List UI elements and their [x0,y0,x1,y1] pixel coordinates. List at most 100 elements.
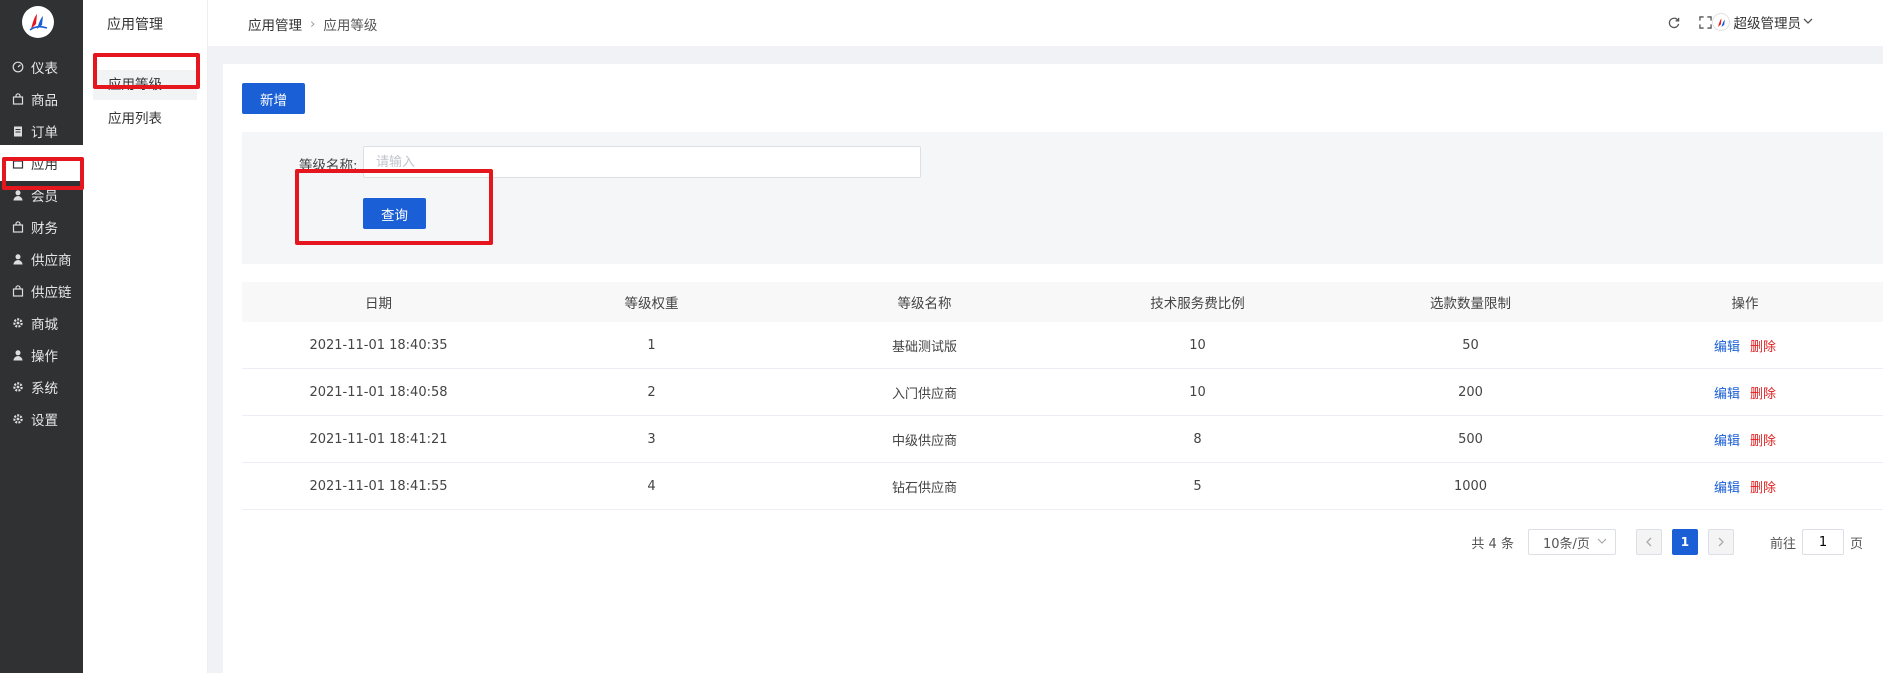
sidebar-item-label: 商城 [31,317,58,333]
cell-date: 2021-11-01 18:40:35 [309,337,448,353]
clipboard-icon [11,124,25,138]
goto-page-input[interactable] [1801,529,1844,555]
cell-actions: 编辑 删除 [1607,383,1883,402]
delete-link[interactable]: 删除 [1750,434,1776,449]
sidebar-item-label: 财务 [31,221,58,237]
edit-link[interactable]: 编辑 [1714,387,1740,402]
delete-link[interactable]: 删除 [1750,481,1776,496]
goto-prefix: 前往 [1769,536,1796,552]
gear-icon [11,412,25,426]
user-menu[interactable]: 超级管理员 [1711,12,1814,32]
sidebar-item-label: 商品 [31,93,58,109]
level-name-input[interactable] [363,146,921,178]
page-size-value: 10条/页 [1542,536,1590,552]
edit-link[interactable]: 编辑 [1714,481,1740,496]
sidebar-item-3[interactable]: 应用 [0,145,83,181]
next-page-button[interactable] [1707,529,1734,555]
sidebar-item-label: 设置 [31,413,58,429]
sidebar-item-10[interactable]: 系统 [0,369,83,405]
edit-link[interactable]: 编辑 [1714,434,1740,449]
table-row: 2021-11-01 18:40:35 1 基础测试版 10 50 编辑 删除 [242,322,1883,369]
cell-fee: 8 [1193,431,1202,447]
sidebar-item-label: 系统 [31,381,58,397]
sidebar-item-4[interactable]: 会员 [0,177,83,213]
column-header-weight: 等级权重 [624,296,679,312]
column-header-fee: 技术服务费比例 [1150,296,1245,312]
sidebar-item-2[interactable]: 订单 [0,113,83,149]
submenu-item-app-level[interactable]: 应用等级 [93,70,197,100]
cell-name: 中级供应商 [891,433,957,449]
column-header-actions: 操作 [1731,296,1759,312]
table-header: 日期 等级权重 等级名称 技术服务费比例 选款数量限制 操作 [242,282,1883,322]
cell-name: 基础测试版 [891,339,957,355]
cell-fee: 5 [1193,478,1202,494]
cell-weight: 2 [647,384,656,400]
delete-link[interactable]: 删除 [1750,387,1776,402]
sidebar-item-7[interactable]: 供应链 [0,273,83,309]
bag-icon [11,92,25,106]
cell-actions: 编辑 删除 [1607,336,1883,355]
page-size-select[interactable]: 10条/页 [1527,529,1616,555]
main-sidebar: 仪表商品订单应用会员财务供应商供应链商城操作系统设置 [0,0,83,673]
avatar [1711,13,1730,31]
table-row: 2021-11-01 18:41:21 3 中级供应商 8 500 编辑 删除 [242,416,1883,463]
cell-date: 2021-11-01 18:41:55 [309,478,448,494]
secondary-menu: 应用管理 应用等级 应用列表 [83,0,208,673]
sidebar-item-label: 仪表 [31,61,58,77]
cell-name: 钻石供应商 [891,480,957,496]
level-table: 日期 等级权重 等级名称 技术服务费比例 选款数量限制 操作 2021-11-0… [242,282,1883,510]
query-button[interactable]: 查询 [363,198,426,229]
cell-limit: 200 [1458,384,1483,400]
table-row: 2021-11-01 18:41:55 4 钻石供应商 5 1000 编辑 删除 [242,463,1883,510]
column-header-date: 日期 [365,296,392,312]
cell-date: 2021-11-01 18:40:58 [309,384,448,400]
sidebar-item-label: 供应商 [31,253,72,269]
app-logo [22,6,54,38]
sidebar-item-8[interactable]: 商城 [0,305,83,341]
user-icon [11,252,25,266]
goto-page: 前往 页 [1770,529,1863,555]
sidebar-item-label: 应用 [31,157,58,173]
cell-weight: 1 [647,337,656,353]
gear-icon [11,380,25,394]
submenu-item-app-list[interactable]: 应用列表 [93,104,197,134]
prev-page-button[interactable] [1635,529,1662,555]
breadcrumb-item-app-manage[interactable]: 应用管理 [248,14,302,34]
cell-date: 2021-11-01 18:41:21 [309,431,448,447]
cell-weight: 4 [647,478,656,494]
cell-fee: 10 [1189,384,1206,400]
pagination: 共 4 条 10条/页 1 前往 页 [1471,529,1863,555]
bag-icon [11,220,25,234]
level-name-label: 等级名称: [299,158,358,174]
sidebar-item-6[interactable]: 供应商 [0,241,83,277]
user-name: 超级管理员 [1733,16,1802,32]
page-number-current[interactable]: 1 [1671,529,1698,555]
delete-link[interactable]: 删除 [1750,340,1776,355]
cell-actions: 编辑 删除 [1607,430,1883,449]
sidebar-item-11[interactable]: 设置 [0,401,83,437]
chevron-down-icon [1803,14,1813,30]
breadcrumb: 应用管理 › 应用等级 [248,14,377,34]
sidebar-item-1[interactable]: 商品 [0,81,83,117]
sidebar-item-label: 订单 [31,125,58,141]
sidebar-item-0[interactable]: 仪表 [0,49,83,85]
cell-actions: 编辑 删除 [1607,477,1883,496]
search-panel: 等级名称: 查询 [242,132,1883,264]
main-content: 新增 等级名称: 查询 日期 等级权重 等级名称 技术服务费比例 选款数量限制 … [223,64,1883,673]
edit-link[interactable]: 编辑 [1714,340,1740,355]
cell-limit: 500 [1458,431,1483,447]
add-button[interactable]: 新增 [242,83,305,114]
sidebar-item-5[interactable]: 财务 [0,209,83,245]
cell-limit: 1000 [1453,478,1488,494]
user-icon [11,348,25,362]
breadcrumb-separator-icon: › [310,16,316,32]
refresh-icon[interactable] [1665,14,1681,30]
bag-icon [11,284,25,298]
breadcrumb-item-app-level: 应用等级 [323,18,378,34]
sidebar-item-label: 供应链 [31,285,72,301]
bag-icon [11,156,25,170]
goto-suffix: 页 [1849,536,1863,552]
chevron-down-icon [1597,535,1607,550]
user-icon [11,188,25,202]
sidebar-item-9[interactable]: 操作 [0,337,83,373]
